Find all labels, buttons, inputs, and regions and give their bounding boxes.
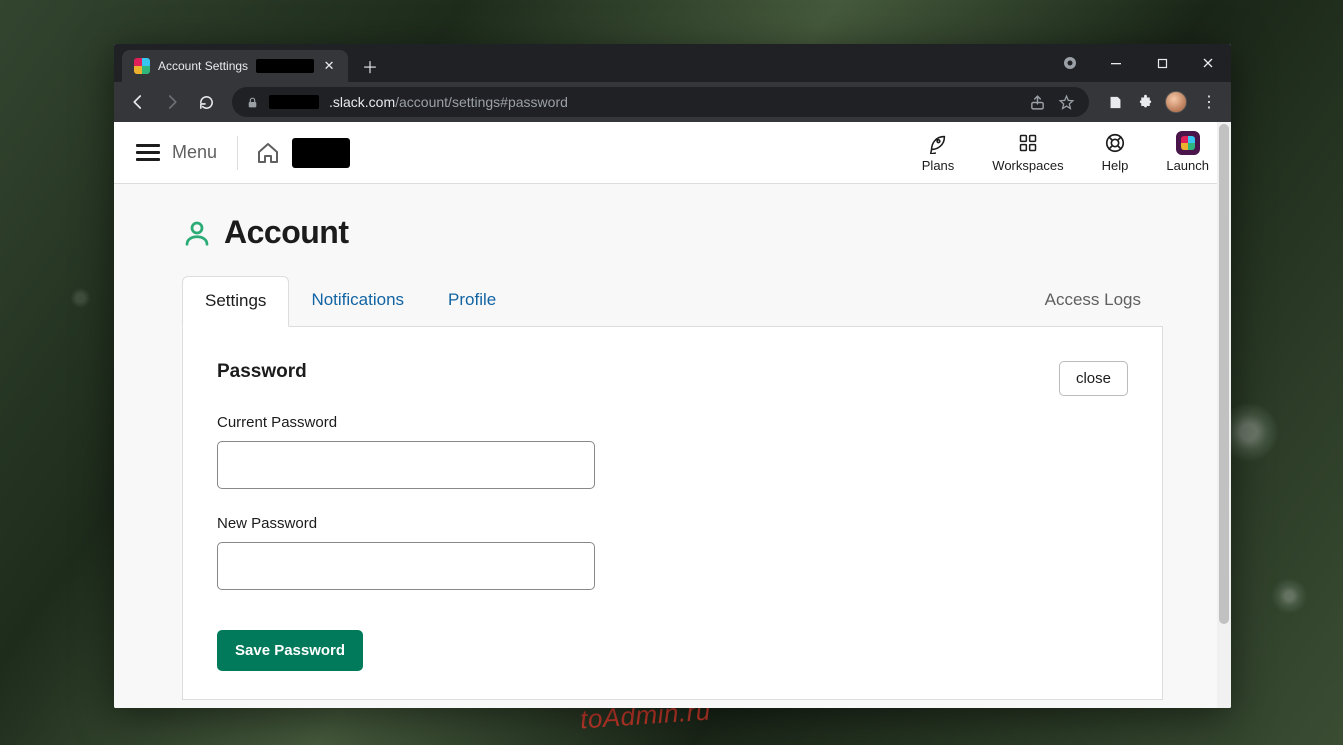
nav-label: Plans [922,158,955,173]
new-password-label: New Password [217,515,1128,532]
window-controls [1047,44,1231,82]
window-close-button[interactable] [1185,44,1231,82]
nav-label: Help [1102,158,1129,173]
minimize-button[interactable] [1093,44,1139,82]
redacted-tab-text [256,59,314,73]
tab-settings[interactable]: Settings [182,276,289,327]
page-title-row: Account [182,214,1163,251]
header-right-nav: Plans Workspaces Help [922,132,1209,173]
slack-favicon [134,58,150,74]
person-icon [182,218,212,248]
home-icon[interactable] [256,141,280,165]
address-bar-actions [1029,94,1075,111]
redacted-workspace-name [292,138,350,168]
tab-title: Account Settings [158,59,248,73]
help-lifesaver-icon [1104,132,1126,154]
menu-label[interactable]: Menu [172,142,217,163]
new-password-input[interactable] [217,542,595,590]
extension-icon[interactable] [1105,92,1125,112]
tab-access-logs[interactable]: Access Logs [1023,276,1163,327]
slack-app-icon [1176,132,1200,154]
new-tab-button[interactable]: ＋ [356,52,384,80]
maximize-button[interactable] [1139,44,1185,82]
profile-avatar-icon[interactable] [1165,91,1187,113]
account-tabs: Settings Notifications Profile Access Lo… [182,275,1163,327]
browser-toolbar: .slack.com/account/settings#password ⋮ [114,82,1231,122]
tab-profile[interactable]: Profile [426,276,518,327]
panel-title: Password [217,361,307,383]
tab-notifications[interactable]: Notifications [289,276,426,327]
back-button[interactable] [124,88,152,116]
tab-close-button[interactable]: ✕ [322,59,336,73]
password-panel: Password close Current Password New Pass… [182,327,1163,700]
close-button[interactable]: close [1059,361,1128,396]
url-text: .slack.com/account/settings#password [329,94,568,110]
app-header: Menu Plans Workspaces [114,122,1231,184]
extension-icons: ⋮ [1105,91,1221,113]
nav-workspaces[interactable]: Workspaces [992,132,1063,173]
nav-plans[interactable]: Plans [922,132,955,173]
address-bar[interactable]: .slack.com/account/settings#password [232,87,1089,117]
forward-button[interactable] [158,88,186,116]
nav-launch[interactable]: Launch [1166,132,1209,173]
nav-label: Launch [1166,158,1209,173]
hamburger-menu-icon[interactable] [136,140,160,165]
current-password-label: Current Password [217,414,1128,431]
nav-label: Workspaces [992,158,1063,173]
browser-window: Account Settings ✕ ＋ [114,44,1231,708]
browser-titlebar: Account Settings ✕ ＋ [114,44,1231,82]
scrollbar-thumb[interactable] [1219,124,1229,624]
reload-button[interactable] [192,88,220,116]
browser-tab[interactable]: Account Settings ✕ [122,50,348,82]
rocket-icon [927,132,949,154]
browser-menu-button[interactable]: ⋮ [1197,92,1221,112]
nav-help[interactable]: Help [1102,132,1129,173]
extensions-puzzle-icon[interactable] [1135,92,1155,112]
page-viewport: Menu Plans Workspaces [114,122,1231,708]
share-icon[interactable] [1029,94,1046,111]
vertical-scrollbar[interactable] [1217,122,1231,708]
page-title: Account [224,214,349,251]
grid-icon [1018,132,1038,154]
redacted-subdomain [269,95,319,109]
header-divider [237,136,238,170]
page-body: Account Settings Notifications Profile A… [114,184,1231,700]
incognito-icon [1047,44,1093,82]
panel-header: Password close [217,361,1128,396]
bookmark-star-icon[interactable] [1058,94,1075,111]
lock-icon [246,96,259,109]
save-password-button[interactable]: Save Password [217,630,363,671]
current-password-input[interactable] [217,441,595,489]
